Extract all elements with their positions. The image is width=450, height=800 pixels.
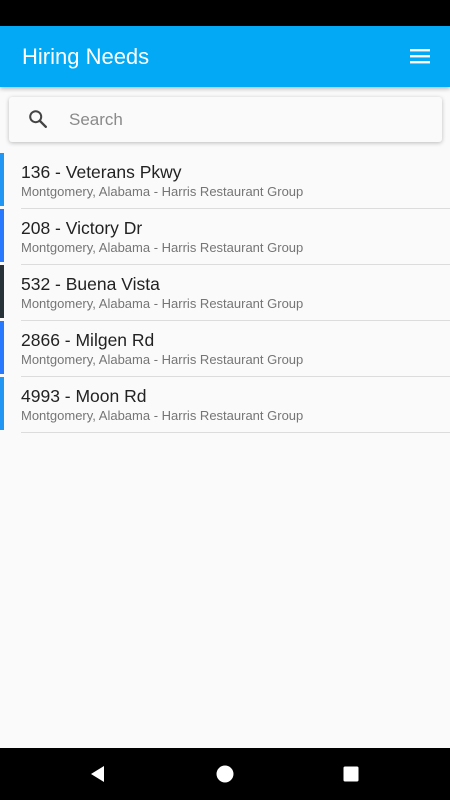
location-list: 136 - Veterans Pkwy Montgomery, Alabama …	[0, 153, 450, 433]
back-triangle-icon	[91, 766, 104, 782]
hamburger-menu-icon	[410, 49, 430, 64]
list-item-subtitle: Montgomery, Alabama - Harris Restaurant …	[21, 296, 304, 311]
list-item[interactable]: 208 - Victory Dr Montgomery, Alabama - H…	[0, 209, 450, 265]
status-bar	[0, 0, 450, 26]
list-item[interactable]: 136 - Veterans Pkwy Montgomery, Alabama …	[0, 153, 450, 209]
page-title: Hiring Needs	[22, 44, 150, 69]
list-item-accent	[0, 321, 4, 374]
list-item-accent	[0, 153, 4, 206]
app-bar: Hiring Needs	[0, 26, 450, 87]
recents-square-icon	[343, 766, 359, 782]
list-item-title: 136 - Veterans Pkwy	[21, 162, 182, 182]
list-item-title: 2866 - Milgen Rd	[21, 330, 155, 350]
menu-button[interactable]	[404, 40, 436, 72]
back-button[interactable]	[82, 758, 114, 790]
search-input[interactable]	[67, 97, 429, 142]
list-item[interactable]: 2866 - Milgen Rd Montgomery, Alabama - H…	[0, 321, 450, 377]
recents-button[interactable]	[335, 758, 367, 790]
list-item-accent	[0, 265, 4, 318]
home-button[interactable]	[209, 758, 241, 790]
list-item[interactable]: 532 - Buena Vista Montgomery, Alabama - …	[0, 265, 450, 321]
list-item-subtitle: Montgomery, Alabama - Harris Restaurant …	[21, 240, 304, 255]
list-item-title: 208 - Victory Dr	[21, 218, 143, 238]
list-item-accent	[0, 209, 4, 262]
list-item-subtitle: Montgomery, Alabama - Harris Restaurant …	[21, 352, 304, 367]
system-nav-bar	[0, 748, 450, 800]
list-item-accent	[0, 377, 4, 430]
search-icon	[29, 110, 47, 128]
home-circle-icon	[216, 765, 234, 783]
list-item-title: 4993 - Moon Rd	[21, 386, 147, 406]
list-item[interactable]: 4993 - Moon Rd Montgomery, Alabama - Har…	[0, 377, 450, 433]
list-item-title: 532 - Buena Vista	[21, 274, 160, 294]
search-bar[interactable]	[9, 97, 442, 142]
divider	[21, 432, 450, 433]
list-item-subtitle: Montgomery, Alabama - Harris Restaurant …	[21, 408, 304, 423]
list-item-subtitle: Montgomery, Alabama - Harris Restaurant …	[21, 184, 304, 199]
